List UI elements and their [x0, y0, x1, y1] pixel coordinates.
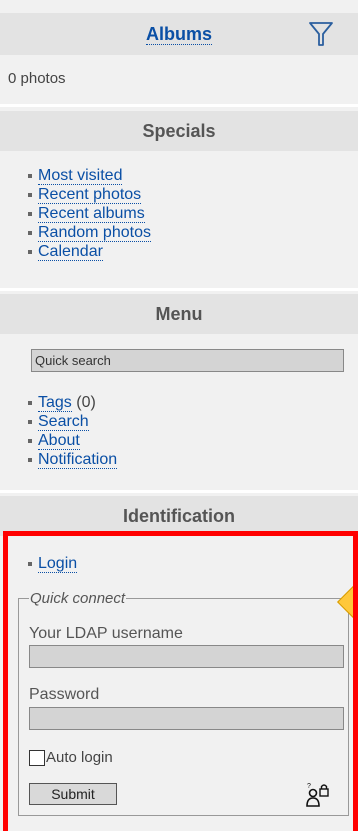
list-item: Recent photos: [0, 185, 151, 204]
svg-text:?: ?: [307, 783, 311, 790]
identification-header: Identification: [0, 496, 358, 536]
list-item: Search: [0, 412, 117, 431]
list-item: Tags (0): [0, 393, 117, 412]
password-field[interactable]: [29, 707, 344, 730]
login-link[interactable]: Login: [38, 555, 78, 573]
list-item: Recent albums: [0, 204, 151, 223]
albums-header: Albums: [0, 13, 358, 55]
menu-header: Menu: [0, 294, 358, 334]
tags-count: (0): [76, 394, 96, 411]
search-link[interactable]: Search: [38, 413, 89, 431]
username-field[interactable]: [29, 645, 344, 668]
about-link[interactable]: About: [38, 432, 80, 450]
auto-login-checkbox[interactable]: [29, 750, 45, 766]
username-label: Your LDAP username: [29, 625, 183, 642]
recent-photos-link[interactable]: Recent photos: [38, 186, 142, 204]
submit-button[interactable]: Submit: [29, 783, 117, 805]
most-visited-link[interactable]: Most visited: [38, 167, 123, 185]
list-item: About: [0, 431, 117, 450]
list-item: Random photos: [0, 223, 151, 242]
specials-header: Specials: [0, 111, 358, 151]
quick-search-input[interactable]: [31, 349, 344, 372]
auto-login-label: Auto login: [46, 749, 113, 766]
list-item: Calendar: [0, 242, 151, 261]
password-label: Password: [29, 686, 100, 703]
list-item: Notification: [0, 450, 118, 469]
random-photos-link[interactable]: Random photos: [38, 224, 151, 242]
register-user-icon[interactable]: ?: [305, 781, 331, 807]
tags-link[interactable]: Tags: [38, 394, 72, 412]
notification-link[interactable]: Notification: [38, 451, 118, 469]
filter-icon[interactable]: [308, 20, 334, 48]
list-item: Login: [0, 554, 78, 573]
menu-list: Tags (0) Search About Notification: [0, 393, 118, 469]
albums-link[interactable]: Albums: [145, 24, 212, 45]
photo-count: 0 photos: [8, 70, 66, 87]
calendar-link[interactable]: Calendar: [38, 243, 103, 261]
list-item: Most visited: [0, 166, 151, 185]
identification-list: Login: [0, 554, 78, 573]
recent-albums-link[interactable]: Recent albums: [38, 205, 145, 223]
specials-list: Most visited Recent photos Recent albums…: [0, 166, 151, 261]
quick-connect-legend: Quick connect: [30, 590, 126, 607]
